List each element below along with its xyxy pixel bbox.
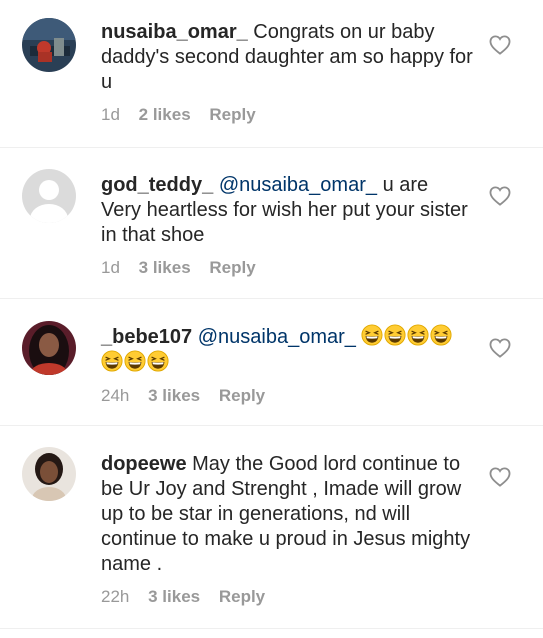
comment-text: nusaiba_omar_ Congrats on ur baby daddy'…	[101, 20, 473, 95]
avatar[interactable]	[22, 321, 76, 375]
heart-outline-icon[interactable]	[489, 186, 511, 206]
divider	[0, 147, 543, 148]
avatar[interactable]	[22, 169, 76, 223]
grinning-squinting-face-icon	[124, 350, 146, 372]
reply-button[interactable]: Reply	[209, 258, 255, 277]
comment-mention[interactable]: @nusaiba_omar_	[198, 326, 356, 348]
grinning-squinting-face-icon	[407, 324, 430, 346]
comment-text: god_teddy_ @nusaiba_omar_ u are Very hea…	[101, 173, 473, 248]
comment-meta: 22h 3 likes Reply	[101, 587, 473, 607]
avatar[interactable]	[22, 18, 76, 72]
comment-meta: 24h 3 likes Reply	[101, 386, 473, 406]
heart-outline-icon[interactable]	[489, 35, 511, 55]
comment-username[interactable]: god_teddy_	[101, 174, 213, 196]
comment-time: 22h	[101, 587, 130, 606]
comment-text: _bebe107 @nusaiba_omar_	[101, 324, 473, 376]
divider	[0, 298, 543, 299]
avatar[interactable]	[22, 447, 76, 501]
grinning-squinting-face-icon	[361, 324, 384, 346]
comment-time: 24h	[101, 386, 130, 405]
comment-username[interactable]: nusaiba_omar_	[101, 21, 248, 43]
reply-button[interactable]: Reply	[219, 587, 265, 606]
comment-time: 1d	[101, 105, 120, 124]
grinning-squinting-face-icon	[147, 350, 169, 372]
comment-text: dopeewe May the Good lord continue to be…	[101, 452, 473, 577]
comment-meta: 1d 3 likes Reply	[101, 258, 473, 278]
likes-count[interactable]: 3 likes	[148, 587, 200, 606]
heart-outline-icon[interactable]	[489, 338, 511, 358]
comment-meta: 1d 2 likes Reply	[101, 105, 473, 125]
likes-count[interactable]: 3 likes	[148, 386, 200, 405]
grinning-squinting-face-icon	[384, 324, 407, 346]
comment-username[interactable]: _bebe107	[101, 326, 192, 348]
comment-username[interactable]: dopeewe	[101, 453, 187, 475]
heart-outline-icon[interactable]	[489, 467, 511, 487]
divider	[0, 425, 543, 426]
reply-button[interactable]: Reply	[219, 386, 265, 405]
comment-mention[interactable]: @nusaiba_omar_	[219, 174, 377, 196]
likes-count[interactable]: 3 likes	[139, 258, 191, 277]
comments-list: nusaiba_omar_ Congrats on ur baby daddy'…	[0, 0, 543, 638]
reply-button[interactable]: Reply	[209, 105, 255, 124]
likes-count[interactable]: 2 likes	[139, 105, 191, 124]
grinning-squinting-face-icon	[430, 324, 453, 346]
divider	[0, 628, 543, 629]
comment-time: 1d	[101, 258, 120, 277]
grinning-squinting-face-icon	[101, 350, 123, 372]
